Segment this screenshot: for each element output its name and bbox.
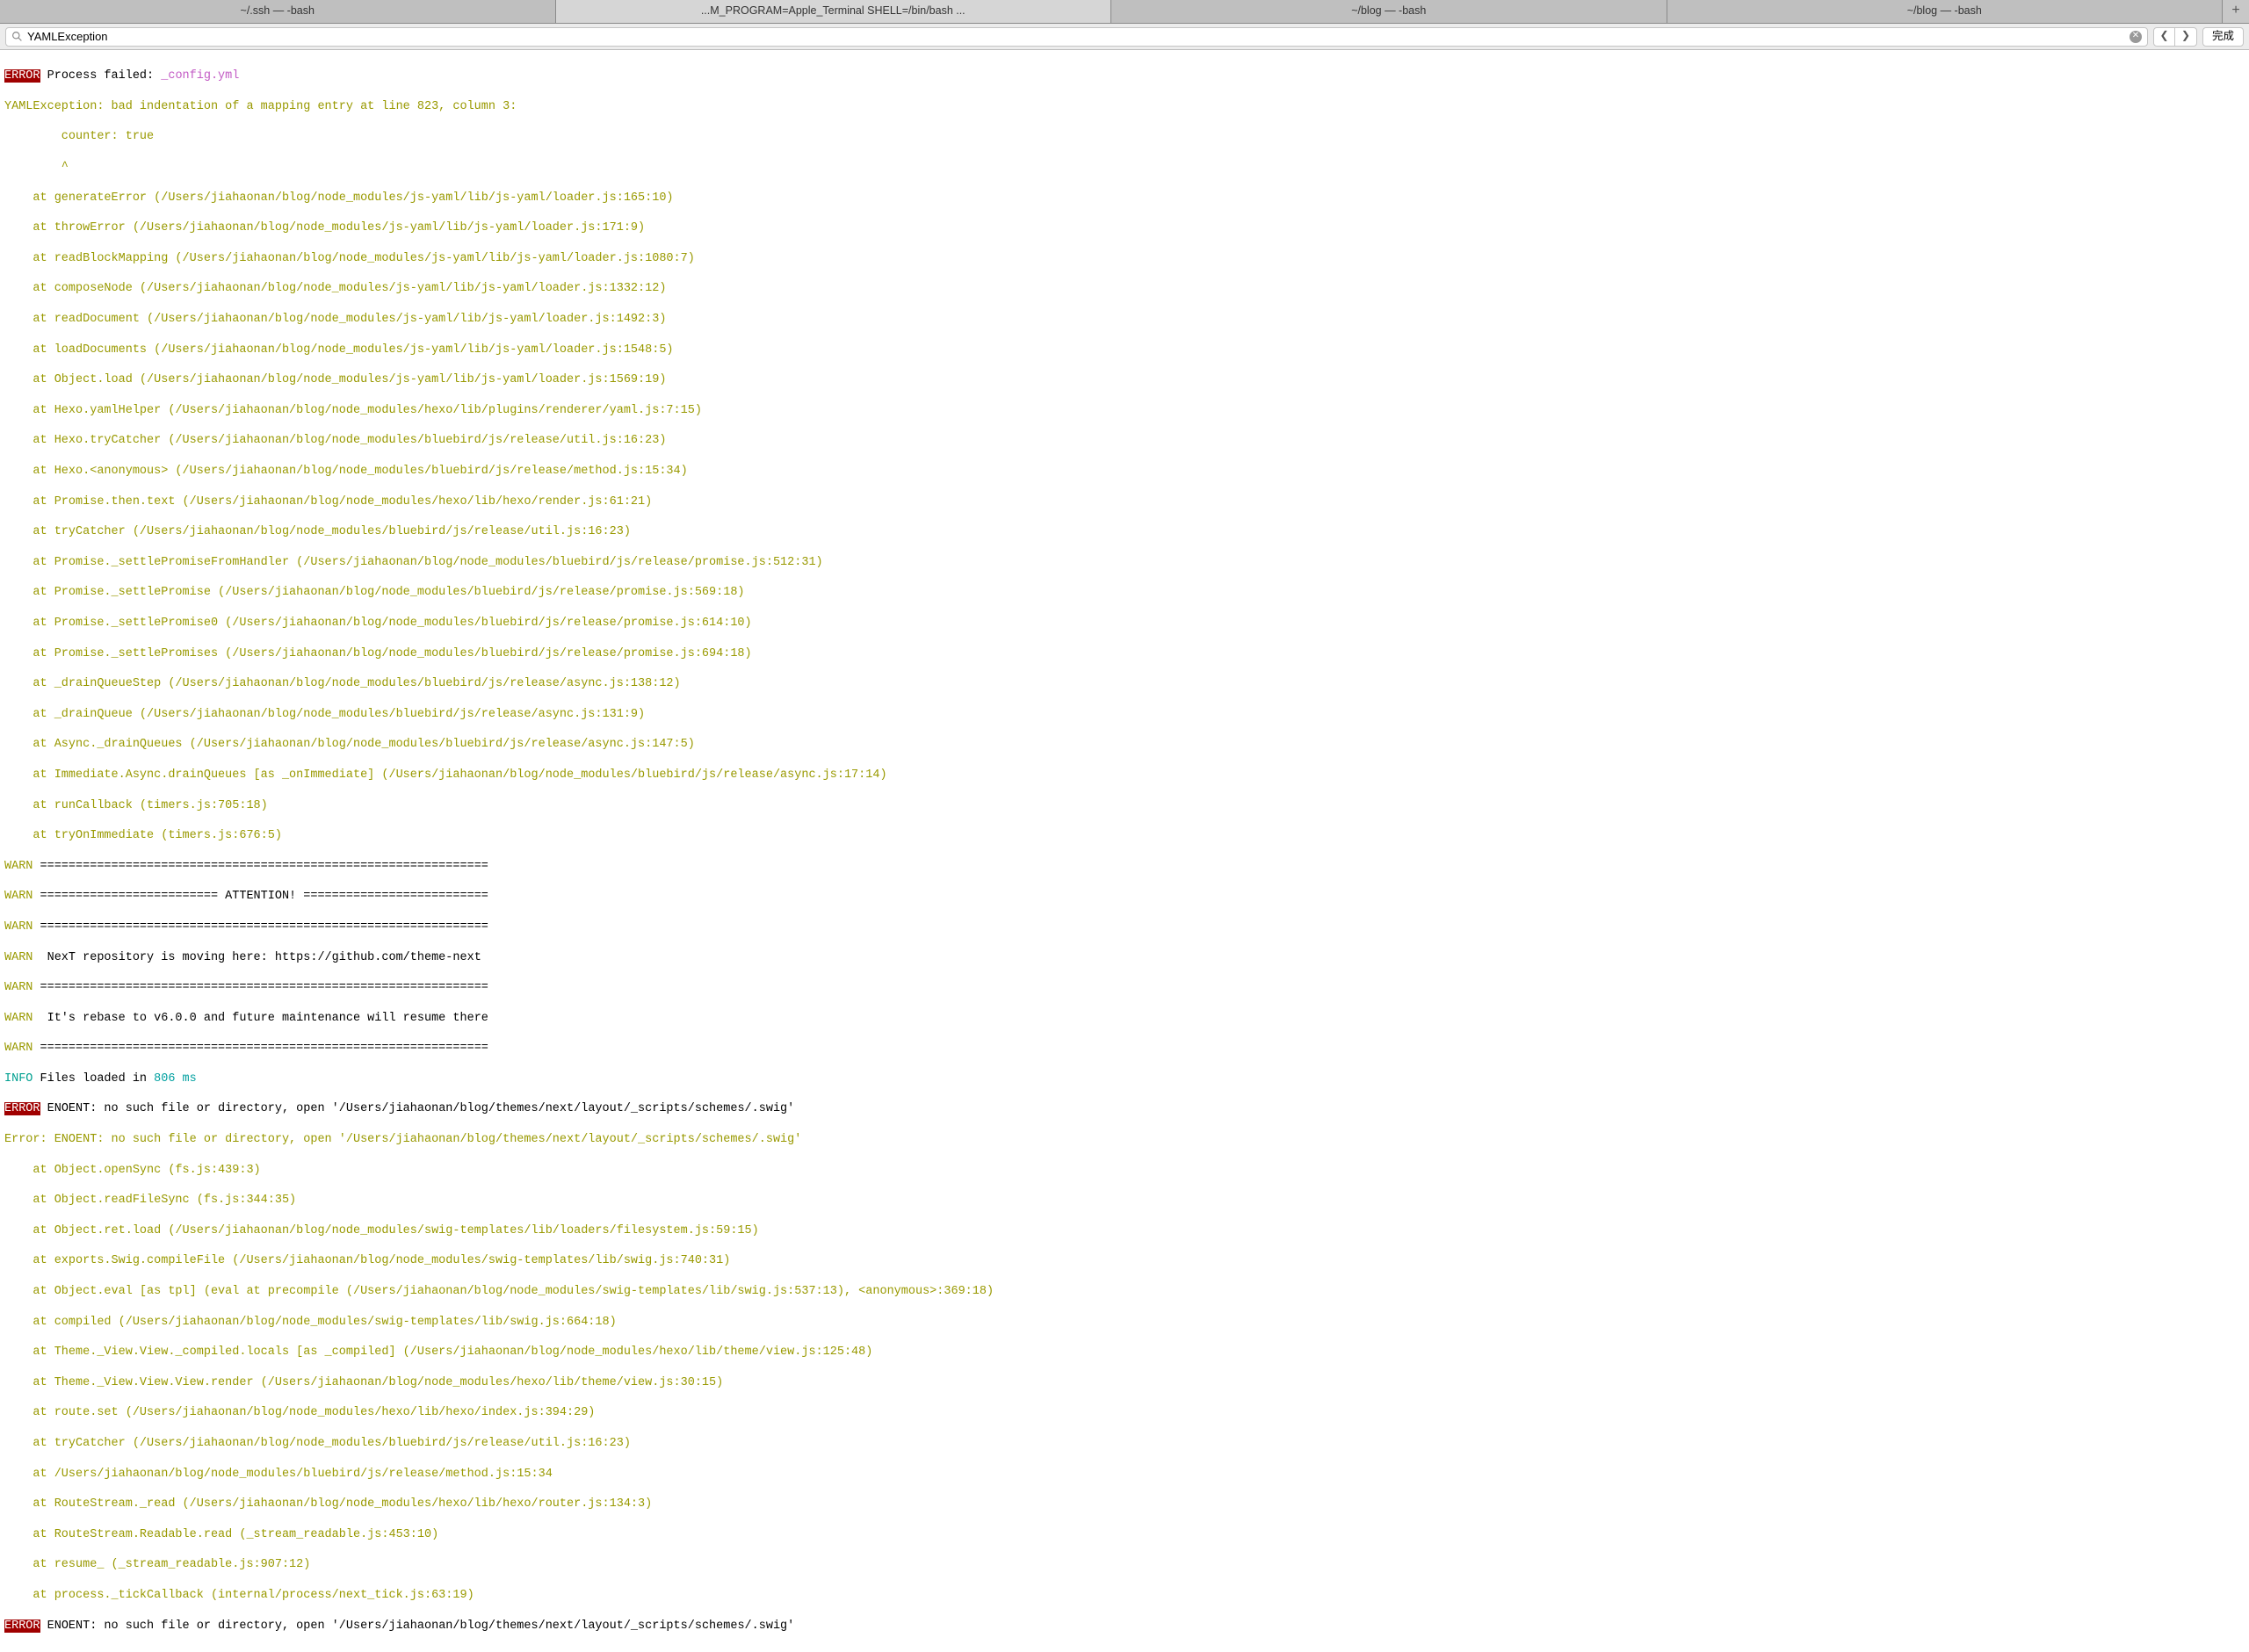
trace-line: at throwError (/Users/jiahaonan/blog/nod… <box>4 220 2245 235</box>
trace-line: at Object.openSync (fs.js:439:3) <box>4 1163 2245 1178</box>
trace-line: at Object.readFileSync (fs.js:344:35) <box>4 1193 2245 1208</box>
warn-line: WARN ========================= ATTENTION… <box>4 889 2245 904</box>
yaml-snippet: counter: true <box>4 129 2245 144</box>
yaml-exception-msg: YAMLException: bad indentation of a mapp… <box>4 99 2245 114</box>
trace-line: at readDocument (/Users/jiahaonan/blog/n… <box>4 312 2245 327</box>
trace-line: at composeNode (/Users/jiahaonan/blog/no… <box>4 281 2245 296</box>
tab-blog-1[interactable]: ~/blog — -bash <box>1111 0 1667 23</box>
warn-text: ========================= ATTENTION! ===… <box>33 890 488 903</box>
trace-line: at process._tickCallback (internal/proce… <box>4 1588 2245 1603</box>
terminal-output[interactable]: ERROR Process failed: _config.yml YAMLEx… <box>0 50 2249 1652</box>
warn-badge: WARN <box>4 1042 33 1055</box>
warn-text: ========================================… <box>33 1042 488 1055</box>
trace-line: at compiled (/Users/jiahaonan/blog/node_… <box>4 1315 2245 1330</box>
search-input[interactable] <box>27 30 2130 43</box>
warn-line: WARN ===================================… <box>4 920 2245 934</box>
tab-label: ~/.ssh — -bash <box>241 4 315 18</box>
trace-line: at Promise._settlePromises (/Users/jiaha… <box>4 646 2245 661</box>
error-msg: ENOENT: no such file or directory, open … <box>40 1102 795 1115</box>
trace-line: at loadDocuments (/Users/jiahaonan/blog/… <box>4 343 2245 357</box>
search-nav-group: ❮ ❯ <box>2153 27 2197 47</box>
error-line: ERROR ENOENT: no such file or directory,… <box>4 1619 2245 1634</box>
trace-line: at readBlockMapping (/Users/jiahaonan/bl… <box>4 251 2245 266</box>
warn-badge: WARN <box>4 890 33 903</box>
trace-line: at tryOnImmediate (timers.js:676:5) <box>4 828 2245 843</box>
search-icon <box>11 31 23 42</box>
info-badge: INFO <box>4 1072 33 1086</box>
warn-badge: WARN <box>4 951 33 964</box>
trace-line: at exports.Swig.compileFile (/Users/jiah… <box>4 1253 2245 1268</box>
tab-label: ~/blog — -bash <box>1351 4 1426 18</box>
search-field[interactable]: ✕ <box>5 27 2148 47</box>
trace-line: at resume_ (_stream_readable.js:907:12) <box>4 1557 2245 1572</box>
add-tab-button[interactable]: + <box>2223 0 2249 23</box>
trace-line: at Hexo.tryCatcher (/Users/jiahaonan/blo… <box>4 433 2245 448</box>
error-line: ERROR ENOENT: no such file or directory,… <box>4 1101 2245 1116</box>
trace-line: at Promise.then.text (/Users/jiahaonan/b… <box>4 494 2245 509</box>
trace-line: at _drainQueueStep (/Users/jiahaonan/blo… <box>4 676 2245 691</box>
warn-line: WARN NexT repository is moving here: htt… <box>4 950 2245 965</box>
warn-badge: WARN <box>4 920 33 934</box>
trace-line: at generateError (/Users/jiahaonan/blog/… <box>4 191 2245 206</box>
warn-badge: WARN <box>4 1012 33 1025</box>
trace-line: at tryCatcher (/Users/jiahaonan/blog/nod… <box>4 524 2245 539</box>
warn-line: WARN ===================================… <box>4 980 2245 995</box>
trace-line: at RouteStream.Readable.read (_stream_re… <box>4 1527 2245 1542</box>
error-badge: ERROR <box>4 1620 40 1633</box>
warn-line: WARN It's rebase to v6.0.0 and future ma… <box>4 1011 2245 1026</box>
warn-badge: WARN <box>4 860 33 873</box>
tab-bar: ~/.ssh — -bash ...M_PROGRAM=Apple_Termin… <box>0 0 2249 24</box>
warn-text: It's rebase to v6.0.0 and future mainten… <box>33 1012 488 1025</box>
trace-line: at Hexo.yamlHelper (/Users/jiahaonan/blo… <box>4 403 2245 418</box>
trace-line: at /Users/jiahaonan/blog/node_modules/bl… <box>4 1467 2245 1482</box>
trace-line: at route.set (/Users/jiahaonan/blog/node… <box>4 1405 2245 1420</box>
trace-line: at Async._drainQueues (/Users/jiahaonan/… <box>4 737 2245 752</box>
tab-blog-2[interactable]: ~/blog — -bash <box>1667 0 2224 23</box>
clear-search-icon[interactable]: ✕ <box>2130 31 2142 43</box>
trace-line: at Promise._settlePromise (/Users/jiahao… <box>4 585 2245 600</box>
error-file: _config.yml <box>161 69 239 83</box>
error-msg: ENOENT: no such file or directory, open … <box>40 1620 795 1633</box>
warn-text: ========================================… <box>33 920 488 934</box>
trace-line: at Object.ret.load (/Users/jiahaonan/blo… <box>4 1223 2245 1238</box>
warn-line: WARN ===================================… <box>4 859 2245 874</box>
yaml-caret: ^ <box>4 160 2245 175</box>
trace-line: at RouteStream._read (/Users/jiahaonan/b… <box>4 1497 2245 1511</box>
trace-line: at Theme._View.View.View.render (/Users/… <box>4 1375 2245 1390</box>
warn-text: NexT repository is moving here: https://… <box>33 951 481 964</box>
trace-line: at Object.load (/Users/jiahaonan/blog/no… <box>4 372 2245 387</box>
trace-line: at Promise._settlePromise0 (/Users/jiaha… <box>4 616 2245 631</box>
trace-line: at _drainQueue (/Users/jiahaonan/blog/no… <box>4 707 2245 722</box>
info-line: INFO Files loaded in 806 ms <box>4 1071 2245 1086</box>
trace-line: at tryCatcher (/Users/jiahaonan/blog/nod… <box>4 1436 2245 1451</box>
trace-line: at Immediate.Async.drainQueues [as _onIm… <box>4 768 2245 783</box>
warn-badge: WARN <box>4 981 33 994</box>
trace-line: at Promise._settlePromiseFromHandler (/U… <box>4 555 2245 570</box>
error-badge: ERROR <box>4 1102 40 1115</box>
trace-line: at runCallback (timers.js:705:18) <box>4 798 2245 813</box>
error-prefix: Process failed: <box>40 69 162 83</box>
tab-ssh[interactable]: ~/.ssh — -bash <box>0 0 556 23</box>
info-prefix: Files loaded in <box>33 1072 154 1086</box>
warn-text: ========================================… <box>33 981 488 994</box>
trace-line: at Object.eval [as tpl] (eval at precomp… <box>4 1284 2245 1299</box>
search-next-button[interactable]: ❯ <box>2175 28 2196 46</box>
trace-line: at Theme._View.View._compiled.locals [as… <box>4 1345 2245 1360</box>
tab-terminal-program[interactable]: ...M_PROGRAM=Apple_Terminal SHELL=/bin/b… <box>556 0 1112 23</box>
warn-text: ========================================… <box>33 860 488 873</box>
error-line: ERROR Process failed: _config.yml <box>4 69 2245 83</box>
error-badge: ERROR <box>4 69 40 83</box>
search-prev-button[interactable]: ❮ <box>2154 28 2175 46</box>
search-bar: ✕ ❮ ❯ 完成 <box>0 24 2249 50</box>
error-detail: Error: ENOENT: no such file or directory… <box>4 1132 2245 1147</box>
search-done-button[interactable]: 完成 <box>2202 27 2244 47</box>
load-time: 806 ms <box>154 1072 197 1086</box>
tab-label: ~/blog — -bash <box>1907 4 1982 18</box>
warn-line: WARN ===================================… <box>4 1041 2245 1056</box>
tab-label: ...M_PROGRAM=Apple_Terminal SHELL=/bin/b… <box>701 4 965 18</box>
trace-line: at Hexo.<anonymous> (/Users/jiahaonan/bl… <box>4 464 2245 479</box>
